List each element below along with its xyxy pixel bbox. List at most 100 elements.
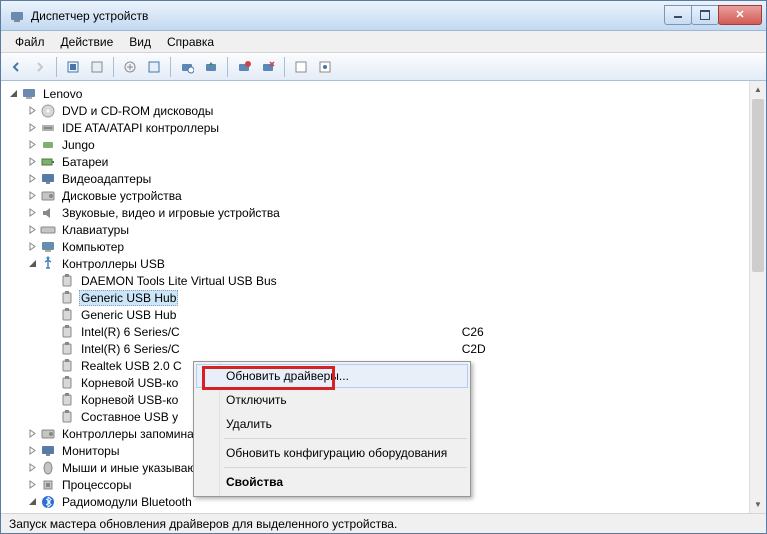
- ctx-update-drivers[interactable]: Обновить драйверы...: [196, 364, 468, 388]
- tree-expander[interactable]: [26, 173, 38, 185]
- tree-expander[interactable]: [26, 428, 38, 440]
- tree-label-suffix: C2D: [462, 342, 486, 356]
- tree-category[interactable]: Контроллеры USB: [26, 255, 766, 272]
- maximize-button[interactable]: [691, 5, 719, 25]
- toolbar-icon[interactable]: [314, 56, 336, 78]
- cpu-icon: [40, 477, 56, 493]
- ctx-scan-hardware[interactable]: Обновить конфигурацию оборудования: [196, 441, 468, 465]
- ctx-uninstall[interactable]: Удалить: [196, 412, 468, 436]
- menu-view[interactable]: Вид: [121, 33, 159, 51]
- tree-label-suffix: C26: [462, 325, 484, 339]
- toolbar-icon[interactable]: [119, 56, 141, 78]
- video-icon: [40, 171, 56, 187]
- keyboard-icon: [40, 222, 56, 238]
- tree-device[interactable]: Intel(R) 6 Series/C C2D: [45, 340, 766, 357]
- tree-expander[interactable]: [26, 224, 38, 236]
- tree-expander[interactable]: [26, 105, 38, 117]
- tree-category[interactable]: Видеоадаптеры: [26, 170, 766, 187]
- tree-device[interactable]: Generic USB Hub: [45, 289, 766, 306]
- tree-category[interactable]: IDE ATA/ATAPI контроллеры: [26, 119, 766, 136]
- tree-root[interactable]: Lenovo: [7, 85, 766, 102]
- tree-device[interactable]: Intel(R) 6 Series/C C26: [45, 323, 766, 340]
- scroll-down-icon[interactable]: ▼: [750, 496, 766, 513]
- usbdev-icon: [59, 392, 75, 408]
- usbdev-icon: [59, 409, 75, 425]
- tree-category[interactable]: Jungo: [26, 136, 766, 153]
- close-button[interactable]: [718, 5, 762, 25]
- menu-action[interactable]: Действие: [53, 33, 122, 51]
- app-icon: [9, 8, 25, 24]
- toolbar-icon[interactable]: [62, 56, 84, 78]
- tree-expander[interactable]: [26, 156, 38, 168]
- minimize-button[interactable]: [664, 5, 692, 25]
- tree-expander[interactable]: [26, 258, 38, 270]
- usbdev-icon: [59, 358, 75, 374]
- ctx-separator: [224, 438, 467, 439]
- tree-label: Видеоадаптеры: [60, 172, 153, 186]
- tree-category[interactable]: Клавиатуры: [26, 221, 766, 238]
- tree-label: Компьютер: [60, 240, 126, 254]
- ctx-disable[interactable]: Отключить: [196, 388, 468, 412]
- tree-label: Процессоры: [60, 478, 134, 492]
- sound-icon: [40, 205, 56, 221]
- tree-expander[interactable]: [26, 496, 38, 508]
- tree-label: Lenovo: [41, 87, 84, 101]
- tree-category[interactable]: DVD и CD-ROM дисководы: [26, 102, 766, 119]
- tree-expander[interactable]: [26, 190, 38, 202]
- scan-hardware-icon[interactable]: [176, 56, 198, 78]
- toolbar-icon[interactable]: [290, 56, 312, 78]
- usb-icon: [40, 256, 56, 272]
- uninstall-icon[interactable]: [233, 56, 255, 78]
- tree-label: Дисковые устройства: [60, 189, 184, 203]
- tree-expander[interactable]: [26, 207, 38, 219]
- disk-icon: [40, 426, 56, 442]
- tree-label: IDE ATA/ATAPI контроллеры: [60, 121, 221, 135]
- monitor-icon: [40, 443, 56, 459]
- usbdev-icon: [59, 324, 75, 340]
- tree-expander[interactable]: [26, 139, 38, 151]
- tree-expander[interactable]: [26, 479, 38, 491]
- scroll-up-icon[interactable]: ▲: [750, 81, 766, 98]
- disable-icon[interactable]: [257, 56, 279, 78]
- tree-label: DAEMON Tools Lite Virtual USB Bus: [79, 274, 279, 288]
- update-driver-icon[interactable]: [200, 56, 222, 78]
- tree-category[interactable]: Батареи: [26, 153, 766, 170]
- menubar: Файл Действие Вид Справка: [1, 31, 766, 53]
- device-tree-pane: Lenovo DVD и CD-ROM дисководы IDE ATA/ATAP…: [1, 81, 766, 513]
- nav-forward-button[interactable]: [29, 56, 51, 78]
- ctx-properties[interactable]: Свойства: [196, 470, 468, 494]
- tree-device[interactable]: Generic USB Hub: [45, 306, 766, 323]
- vertical-scrollbar[interactable]: ▲ ▼: [749, 81, 766, 513]
- menu-file[interactable]: Файл: [7, 33, 53, 51]
- tree-device[interactable]: Broadcom Bluetooth 2.1 USB: [45, 510, 766, 513]
- tree-label: Контроллеры USB: [60, 257, 167, 271]
- statusbar: Запуск мастера обновления драйверов для …: [1, 513, 766, 533]
- tree-expander[interactable]: [26, 122, 38, 134]
- tree-label: Intel(R) 6 Series/C: [79, 325, 182, 339]
- tree-expander[interactable]: [7, 88, 19, 100]
- tree-device[interactable]: DAEMON Tools Lite Virtual USB Bus: [45, 272, 766, 289]
- toolbar-icon[interactable]: [86, 56, 108, 78]
- tree-category[interactable]: Компьютер: [26, 238, 766, 255]
- tree-label: Generic USB Hub: [79, 308, 178, 322]
- ide-icon: [40, 120, 56, 136]
- bt-icon: [40, 494, 56, 510]
- toolbar-icon[interactable]: [143, 56, 165, 78]
- tree-expander[interactable]: [26, 462, 38, 474]
- window-title: Диспетчер устройств: [31, 9, 665, 23]
- tree-label: DVD и CD-ROM дисководы: [60, 104, 215, 118]
- usbdev-icon: [59, 341, 75, 357]
- tree-category[interactable]: Дисковые устройства: [26, 187, 766, 204]
- menu-help[interactable]: Справка: [159, 33, 222, 51]
- usbdev-icon: [59, 307, 75, 323]
- disk-icon: [40, 188, 56, 204]
- tree-expander[interactable]: [26, 241, 38, 253]
- tree-label: Intel(R) 6 Series/C: [79, 342, 182, 356]
- nav-back-button[interactable]: [5, 56, 27, 78]
- tree-category[interactable]: Звуковые, видео и игровые устройства: [26, 204, 766, 221]
- mouse-icon: [40, 460, 56, 476]
- scroll-thumb[interactable]: [752, 99, 764, 272]
- tree-label: Корневой USB-ко: [79, 393, 180, 407]
- tree-label: Звуковые, видео и игровые устройства: [60, 206, 282, 220]
- tree-expander[interactable]: [26, 445, 38, 457]
